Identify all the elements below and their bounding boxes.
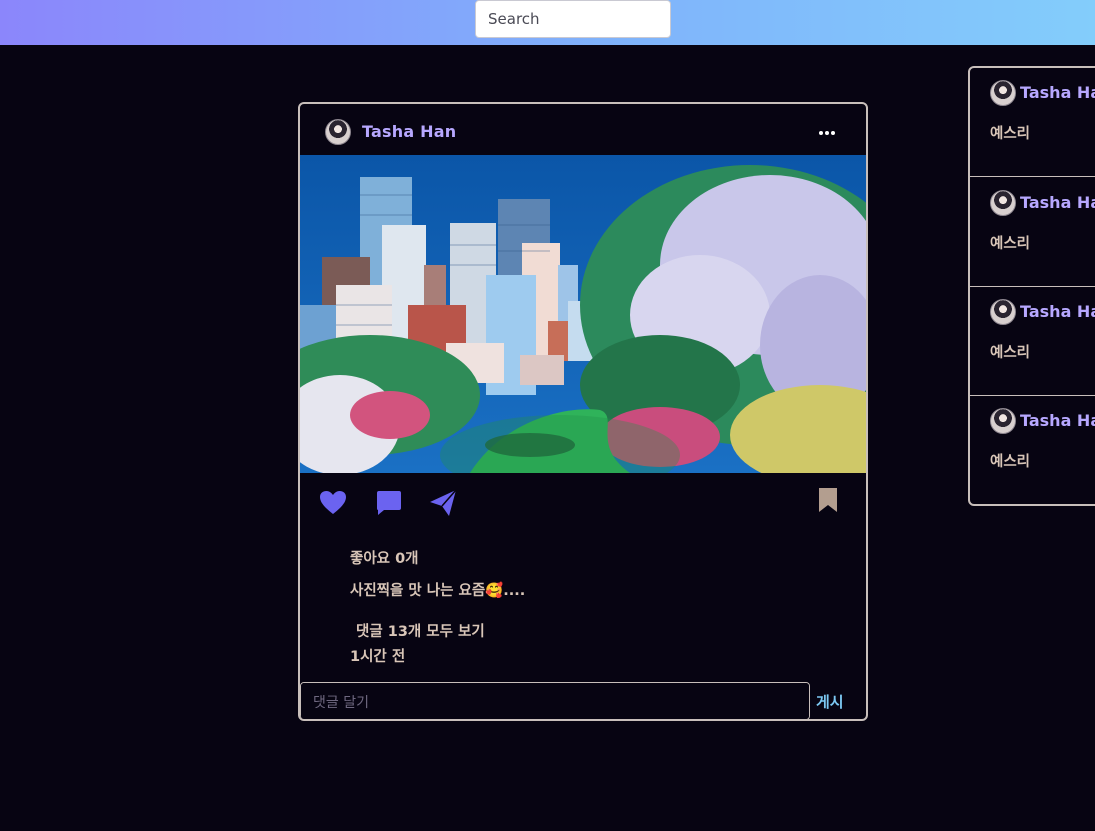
post-header: Tasha Han xyxy=(300,104,866,156)
comment-icon[interactable] xyxy=(374,488,404,518)
post-comment-button[interactable]: 게시 xyxy=(816,691,844,712)
list-item-text: 예스리 xyxy=(990,236,1031,252)
avatar xyxy=(990,190,1016,216)
send-icon[interactable] xyxy=(428,488,458,518)
list-item-text: 예스리 xyxy=(990,345,1031,361)
top-bar xyxy=(0,0,1095,45)
avatar xyxy=(990,80,1016,106)
bookmark-icon[interactable] xyxy=(816,487,840,513)
list-item-text: 예스리 xyxy=(990,126,1031,142)
view-all-comments-link[interactable]: 댓글 13개 모두 보기 xyxy=(356,620,485,641)
list-item-username: Tasha Han xyxy=(1020,83,1095,102)
post-timestamp: 1시간 전 xyxy=(350,649,406,665)
list-item-text: 예스리 xyxy=(990,454,1031,470)
sidebar-list: Tasha Han 예스리 Tasha Han 예스리 Tasha Han 예스… xyxy=(968,66,1095,506)
avatar xyxy=(990,408,1016,434)
list-item-username: Tasha Han xyxy=(1020,411,1095,430)
post-actions xyxy=(300,484,866,524)
avatar[interactable] xyxy=(325,119,351,145)
likes-count[interactable]: 좋아요 0개 xyxy=(350,547,419,568)
list-item[interactable]: Tasha Han 예스리 xyxy=(970,68,1095,177)
list-item[interactable]: Tasha Han 예스리 xyxy=(970,287,1095,396)
search-input[interactable] xyxy=(475,0,671,38)
comment-input[interactable] xyxy=(300,682,810,719)
list-item[interactable]: Tasha Han 예스리 xyxy=(970,396,1095,504)
list-item-username: Tasha Han xyxy=(1020,193,1095,212)
post-image[interactable] xyxy=(300,155,866,473)
more-icon[interactable] xyxy=(818,125,836,139)
list-item-username: Tasha Han xyxy=(1020,302,1095,321)
post-username[interactable]: Tasha Han xyxy=(362,122,456,141)
heart-icon[interactable] xyxy=(318,488,348,518)
post-caption: 사진찍을 맛 나는 요즘🥰.... xyxy=(350,583,526,599)
avatar xyxy=(990,299,1016,325)
list-item[interactable]: Tasha Han 예스리 xyxy=(970,178,1095,287)
post-card: Tasha Han 좋아요 0개 사진찍을 맛 나는 요즘🥰.... 댓글 13… xyxy=(298,102,868,721)
